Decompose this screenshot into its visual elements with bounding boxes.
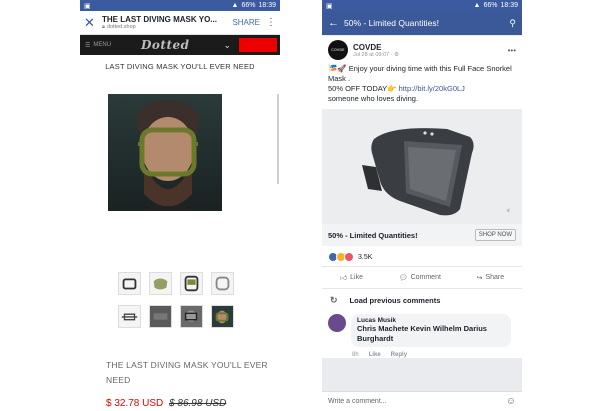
share-button[interactable]: ↪ Share	[477, 273, 505, 282]
chevron-down-icon[interactable]: ⌄	[223, 40, 231, 51]
comment: Lucas Musik Chris Machete Kevin Wilhelm …	[322, 312, 522, 349]
lock-icon: 🔒︎	[102, 23, 105, 30]
header-title: 50% - Limited Quantities!	[344, 18, 439, 28]
signal-icon: ▲	[473, 2, 481, 9]
like-button[interactable]: 👍︎ Like	[340, 273, 363, 282]
shop-now-button[interactable]: SHOP NOW	[474, 229, 516, 241]
clock: 18:39	[500, 2, 518, 9]
sale-price: $ 32.78 USD	[106, 398, 164, 409]
page-avatar[interactable]: COVDE	[328, 40, 348, 60]
product-main-image[interactable]	[108, 94, 222, 211]
menu-label: MENU	[93, 42, 112, 48]
comment-composer: Write a comment... ☺	[322, 391, 522, 411]
hamburger-icon: ☰	[85, 42, 91, 49]
thumbs-up-icon: 👍︎	[339, 275, 348, 282]
avatar-text: COVDE	[331, 48, 345, 52]
left-browser-screen: ▣ ▲ 66% 18:39 ✕ THE LAST DIVING MASK YO.…	[80, 0, 280, 411]
reaction-count: 3.5K	[358, 253, 373, 261]
post-link[interactable]: http://bit.ly/20kG0LJ	[399, 84, 465, 93]
right-facebook-screen: ▣ ▲ 66% 18:39 ← 50% - Limited Quantities…	[322, 0, 522, 411]
comment-button[interactable]: 💬︎ Comment	[399, 273, 441, 282]
comment-text[interactable]: Chris Machete Kevin Wilhelm Darius Burgh…	[357, 324, 505, 344]
mask-product-image	[362, 128, 474, 216]
scrollbar[interactable]	[277, 94, 279, 184]
emoji-icon[interactable]: ☺	[506, 396, 516, 407]
post-text: 🎏🚀 Enjoy your diving time with this Full…	[322, 64, 522, 104]
page-name[interactable]: COVDE	[353, 43, 508, 52]
battery-level: 66%	[241, 2, 256, 9]
cart-button[interactable]	[238, 38, 277, 52]
reactions-summary[interactable]: 3.5K	[322, 246, 522, 266]
url-text: dotted.shop	[106, 24, 136, 30]
page-title: THE LAST DIVING MASK YO...	[102, 14, 217, 24]
share-arrow-icon: ↪	[476, 274, 483, 282]
comment-like-button[interactable]: Like	[369, 352, 381, 358]
close-icon[interactable]: ✕	[84, 16, 98, 29]
comment-bubble: Lucas Musik Chris Machete Kevin Wilhelm …	[351, 314, 511, 347]
promo-banner: LAST DIVING MASK YOU'LL EVER NEED	[105, 62, 255, 71]
comment-time: 8h	[352, 352, 359, 358]
like-label: Like	[350, 274, 363, 281]
mute-speaker-icon[interactable]: 🔈︎	[507, 205, 512, 216]
clock: 18:39	[258, 2, 276, 9]
load-previous-comments[interactable]: ↻ Load previous comments	[322, 288, 522, 312]
commenter-avatar[interactable]	[328, 314, 346, 332]
menu-button[interactable]: ☰ MENU	[85, 42, 111, 49]
product-title: THE LAST DIVING MASK YOU'LL EVER NEED	[106, 360, 268, 385]
notification-icon: ▣	[326, 2, 333, 10]
browser-header: ✕ THE LAST DIVING MASK YO... 🔒︎ dotted.s…	[80, 11, 280, 35]
status-bar: ▣ ▲ 66% 18:39	[322, 0, 522, 11]
search-icon[interactable]: ⚲	[509, 18, 516, 29]
site-logo[interactable]: Dotted	[141, 38, 190, 52]
post-timestamp[interactable]: Jul 28 at 09:07 · ⚙	[353, 52, 508, 58]
share-button[interactable]: SHARE	[232, 18, 260, 27]
offer-text: 50% OFF TODAY👉	[328, 84, 397, 93]
site-navbar: ☰ MENU Dotted ⌄	[80, 35, 280, 55]
share-label: Share	[485, 274, 505, 281]
refresh-icon: ↻	[330, 295, 338, 305]
post-video[interactable]: 🔈︎	[322, 109, 522, 224]
original-price: $ 86.98 USD	[169, 398, 227, 409]
comment-label: Comment	[410, 274, 441, 281]
post-text-line-3: someone who loves diving.	[328, 94, 419, 103]
thumbnail-6[interactable]	[149, 305, 172, 328]
post-text-line-2: 50% OFF TODAY👉 http://bit.ly/20kG0LJ	[328, 84, 516, 94]
post-header: COVDE COVDE Jul 28 at 09:07 · ⚙ •••	[322, 36, 522, 64]
status-bar: ▣ ▲ 66% 18:39	[80, 0, 280, 11]
thumbnail-5[interactable]	[118, 305, 141, 328]
post-card: COVDE COVDE Jul 28 at 09:07 · ⚙ ••• 🎏🚀 E…	[322, 36, 522, 358]
thumbnail-7[interactable]	[180, 305, 203, 328]
product-price: $ 32.78 USD $ 86.98 USD	[106, 398, 226, 409]
back-arrow-icon[interactable]: ←	[328, 17, 344, 29]
comment-icon: 💬︎	[398, 274, 408, 282]
post-more-icon[interactable]: •••	[508, 46, 516, 55]
love-reaction-icon	[344, 252, 354, 262]
post-actions: 👍︎ Like 💬︎ Comment ↪ Share	[322, 266, 522, 288]
post-text-line-1: 🎏🚀 Enjoy your diving time with this Full…	[328, 64, 512, 83]
cta-bar: 50% - Limited Quantities! SHOP NOW	[322, 224, 522, 246]
notification-icon: ▣	[84, 2, 91, 10]
comment-reply-button[interactable]: Reply	[391, 352, 407, 358]
commenter-name[interactable]: Lucas Musik	[357, 317, 505, 324]
battery-level: 66%	[483, 2, 498, 9]
signal-icon: ▲	[231, 2, 239, 9]
comment-input[interactable]: Write a comment...	[328, 398, 506, 405]
thumbnail-1[interactable]	[118, 272, 141, 295]
thumbnail-4[interactable]	[211, 272, 234, 295]
thumbnail-2[interactable]	[149, 272, 172, 295]
load-previous-label: Load previous comments	[349, 296, 441, 305]
comment-meta: 8h Like Reply	[322, 352, 522, 358]
facebook-header: ← 50% - Limited Quantities! ⚲	[322, 11, 522, 35]
cta-label: 50% - Limited Quantities!	[328, 230, 418, 240]
thumbnail-8[interactable]	[211, 305, 234, 328]
more-vertical-icon[interactable]: ⋮	[266, 17, 276, 28]
thumbnail-3[interactable]	[180, 272, 203, 295]
page-url: 🔒︎ dotted.shop	[102, 24, 232, 31]
